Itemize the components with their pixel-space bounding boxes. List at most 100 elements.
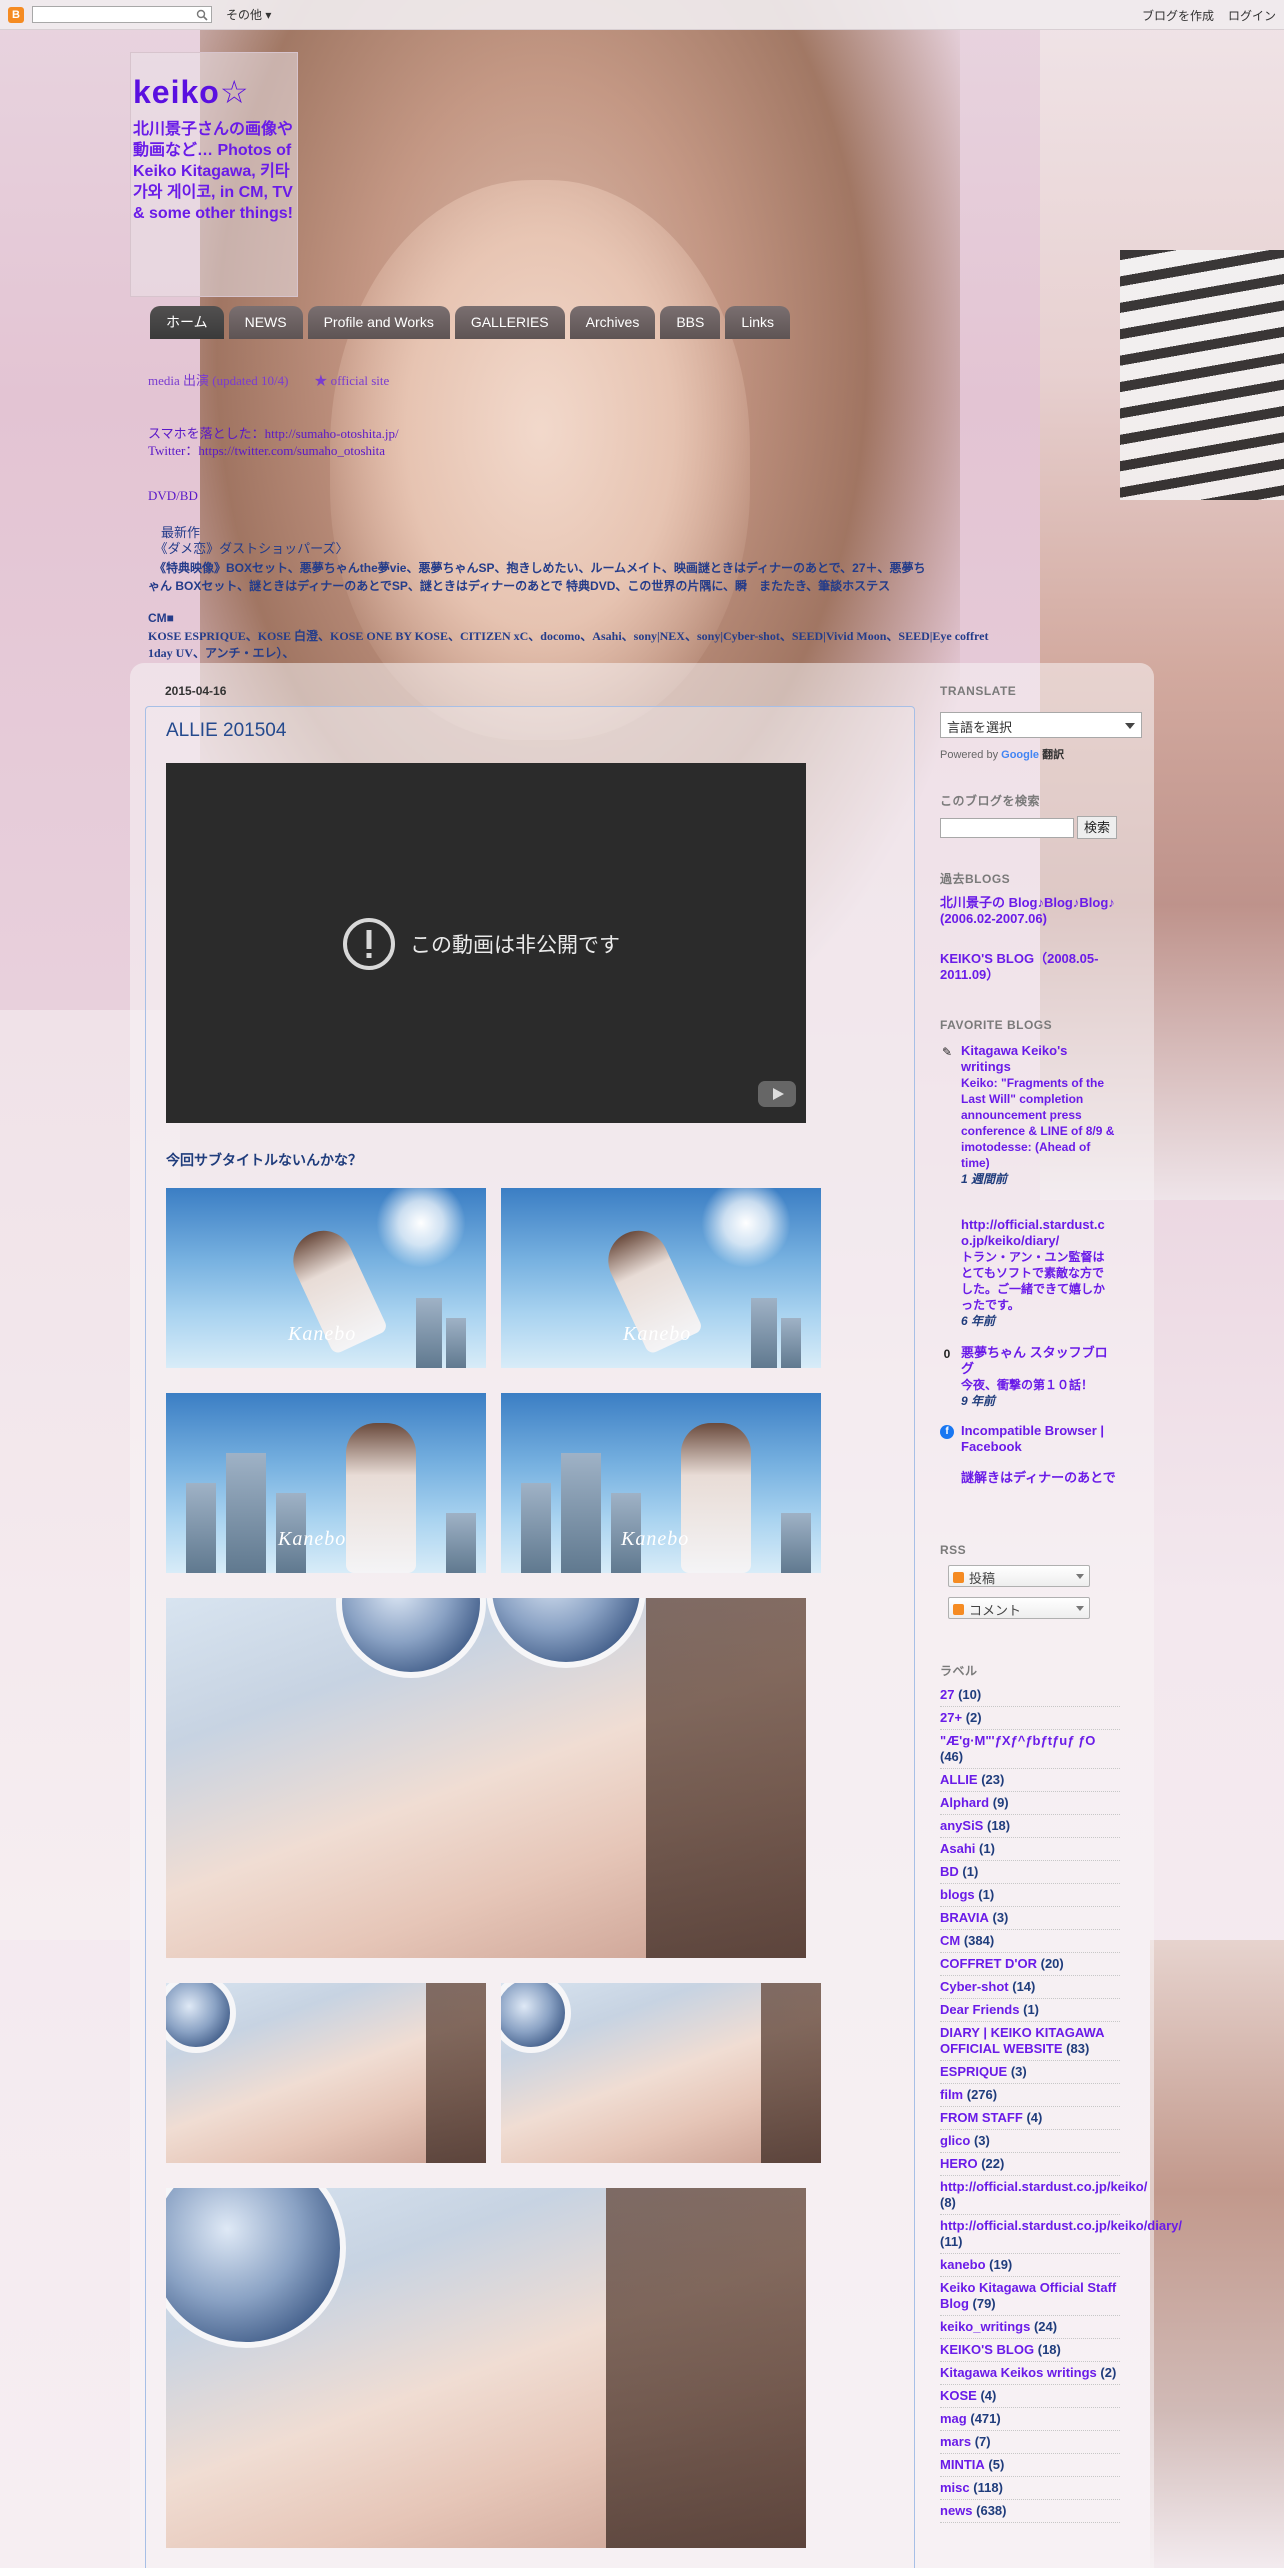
label-link[interactable]: misc [940, 2480, 970, 2495]
label-link[interactable]: KOSE [940, 2388, 977, 2403]
blogroll-title[interactable]: Incompatible Browser | Facebook [961, 1423, 1120, 1455]
label-link[interactable]: COFFRET D'OR [940, 1956, 1037, 1971]
blogger-logo-icon[interactable]: B [8, 6, 24, 23]
post-image-portrait-small-2[interactable] [501, 1983, 821, 2163]
label-item: kanebo (19) [940, 2254, 1120, 2277]
blogroll-time: 1 週間前 [961, 1172, 1008, 1186]
sumaho-twitter-link[interactable]: Twitter：https://twitter.com/sumaho_otosh… [148, 440, 385, 459]
blogroll-title[interactable]: 謎解きはディナーのあとで [961, 1470, 1120, 1486]
kanebo-logo: Kanebo [623, 1323, 692, 1345]
navbar-more-menu[interactable]: その他 ▾ [226, 6, 271, 23]
label-link[interactable]: kanebo [940, 2257, 986, 2272]
label-link[interactable]: news [940, 2503, 973, 2518]
blog-search-input[interactable] [940, 818, 1074, 838]
tab-links[interactable]: Links [725, 306, 791, 339]
label-link[interactable]: keiko_writings [940, 2319, 1030, 2334]
label-link[interactable]: http://official.stardust.co.jp/keiko/dia… [940, 2218, 1182, 2233]
tab-news[interactable]: NEWS [228, 306, 303, 339]
label-count: (1) [962, 1864, 979, 1879]
login-link[interactable]: ログイン [1228, 7, 1276, 24]
blog-search-button[interactable]: 検索 [1077, 816, 1117, 839]
label-link[interactable]: mars [940, 2434, 971, 2449]
label-item: Kitagawa Keikos writings (2) [940, 2362, 1120, 2385]
label-link[interactable]: Alphard [940, 1795, 989, 1810]
label-link[interactable]: mag [940, 2411, 967, 2426]
label-link[interactable]: blogs [940, 1887, 975, 1902]
youtube-video-player[interactable]: この動画は非公開です [166, 763, 806, 1123]
label-link[interactable]: glico [940, 2133, 970, 2148]
post-subtitle-question: 今回サブタイトルないんかな？ [166, 1152, 362, 1168]
blogroll-item: f Incompatible Browser | Facebook [940, 1423, 1120, 1455]
create-blog-link[interactable]: ブログを作成 [1142, 7, 1214, 24]
past-blog-link-2[interactable]: KEIKO'S BLOG（2008.05-2011.09） [940, 951, 1120, 983]
blog-title[interactable]: keiko☆ [133, 73, 295, 111]
label-link[interactable]: HERO [940, 2156, 978, 2171]
post-image-kanebo-4[interactable]: Kanebo [501, 1393, 821, 1573]
blogroll-snippet[interactable]: トラン・アン・ユン監督はとてもソフトで素敵な方でした。ご一緒できて嬉しかったです… [961, 1249, 1111, 1313]
tab-profile-and-works[interactable]: Profile and Works [307, 306, 450, 339]
rss-posts-dropdown[interactable]: 投稿 [948, 1565, 1090, 1587]
label-link[interactable]: Keiko Kitagawa Official Staff Blog [940, 2280, 1116, 2311]
label-link[interactable]: CM [940, 1933, 960, 1948]
label-item: BD (1) [940, 1861, 1120, 1884]
language-select[interactable]: 言語を選択 [940, 712, 1142, 738]
label-link[interactable]: ALLIE [940, 1772, 978, 1787]
label-item: 27 (10) [940, 1684, 1120, 1707]
post-title[interactable]: ALLIE 201504 [166, 720, 286, 742]
post-image-portrait-large-2[interactable] [166, 2188, 806, 2548]
youtube-logo-icon[interactable] [758, 1081, 796, 1107]
kanebo-logo: Kanebo [288, 1323, 357, 1345]
label-link[interactable]: Cyber-shot [940, 1979, 1009, 1994]
bonus-video-list-cont: ゃん BOXセット、謎ときはディナーのあとでSP、謎ときはディナーのあとで 特典… [148, 579, 891, 593]
label-item: MINTIA (5) [940, 2454, 1120, 2477]
tab-archives[interactable]: Archives [569, 306, 656, 339]
label-link[interactable]: ESPRIQUE [940, 2064, 1007, 2079]
blogroll-title[interactable]: Kitagawa Keiko's writings [961, 1043, 1120, 1075]
label-link[interactable]: BRAVIA [940, 1910, 989, 1925]
background-photo-face [330, 180, 750, 740]
label-link[interactable]: Asahi [940, 1841, 975, 1856]
cm-list-cont: 1day UV、アンチ・エレ）、 [148, 646, 295, 660]
label-link[interactable]: http://official.stardust.co.jp/keiko/ [940, 2179, 1147, 2194]
label-link[interactable]: FROM STAFF [940, 2110, 1023, 2125]
label-item: ESPRIQUE (3) [940, 2061, 1120, 2084]
label-item: FROM STAFF (4) [940, 2107, 1120, 2130]
post-image-portrait-small-1[interactable] [166, 1983, 486, 2163]
blogroll-title[interactable]: http://official.stardust.co.jp/keiko/dia… [961, 1217, 1111, 1249]
label-count: (24) [1033, 2319, 1058, 2334]
search-icon[interactable] [196, 9, 208, 21]
google-logo: Google [1001, 749, 1040, 761]
label-link[interactable]: film [940, 2087, 963, 2102]
label-link[interactable]: KEIKO'S BLOG [940, 2342, 1034, 2357]
blogroll-title[interactable]: 悪夢ちゃん スタッフブログ [961, 1345, 1120, 1377]
label-count: (9) [992, 1795, 1009, 1810]
post-image-portrait-large-1[interactable] [166, 1598, 806, 1958]
past-blog-link-1[interactable]: 北川景子の Blog♪Blog♪Blog♪ (2006.02-2007.06) [940, 895, 1120, 927]
label-link[interactable]: BD [940, 1864, 959, 1879]
post-image-kanebo-2[interactable]: Kanebo [501, 1188, 821, 1368]
label-link[interactable]: 27 [940, 1687, 954, 1702]
tab-bbs[interactable]: BBS [660, 306, 721, 339]
label-link[interactable]: "Æ'g·M"'ƒXƒ^ƒbƒtƒuƒ ƒO [940, 1733, 1095, 1748]
label-item: glico (3) [940, 2130, 1120, 2153]
label-count: (23) [981, 1772, 1005, 1787]
post-image-kanebo-3[interactable]: Kanebo [166, 1393, 486, 1573]
kanebo-logo: Kanebo [621, 1528, 690, 1550]
label-link[interactable]: Kitagawa Keikos writings [940, 2365, 1097, 2380]
navbar-search-input[interactable] [32, 6, 212, 23]
label-link[interactable]: Dear Friends [940, 2002, 1019, 2017]
label-link[interactable]: anySiS [940, 1818, 983, 1833]
label-item: 27+ (2) [940, 1707, 1120, 1730]
post-image-kanebo-1[interactable]: Kanebo [166, 1188, 486, 1368]
tab-home[interactable]: ホーム [150, 306, 224, 339]
media-info-line[interactable]: media 出演 (updated 10/4) ★ official site [148, 370, 389, 389]
translate-link[interactable]: 翻訳 [1042, 749, 1064, 761]
rss-comments-dropdown[interactable]: コメント [948, 1597, 1090, 1619]
label-item: blogs (1) [940, 1884, 1120, 1907]
blogroll-snippet[interactable]: Keiko: "Fragments of the Last Will" comp… [961, 1075, 1120, 1171]
label-item: KEIKO'S BLOG (18) [940, 2339, 1120, 2362]
tab-galleries[interactable]: GALLERIES [454, 306, 565, 339]
label-link[interactable]: MINTIA [940, 2457, 985, 2472]
label-link[interactable]: 27+ [940, 1710, 962, 1725]
blogroll-snippet[interactable]: 今夜、衝撃の第１０話！ [961, 1377, 1120, 1393]
